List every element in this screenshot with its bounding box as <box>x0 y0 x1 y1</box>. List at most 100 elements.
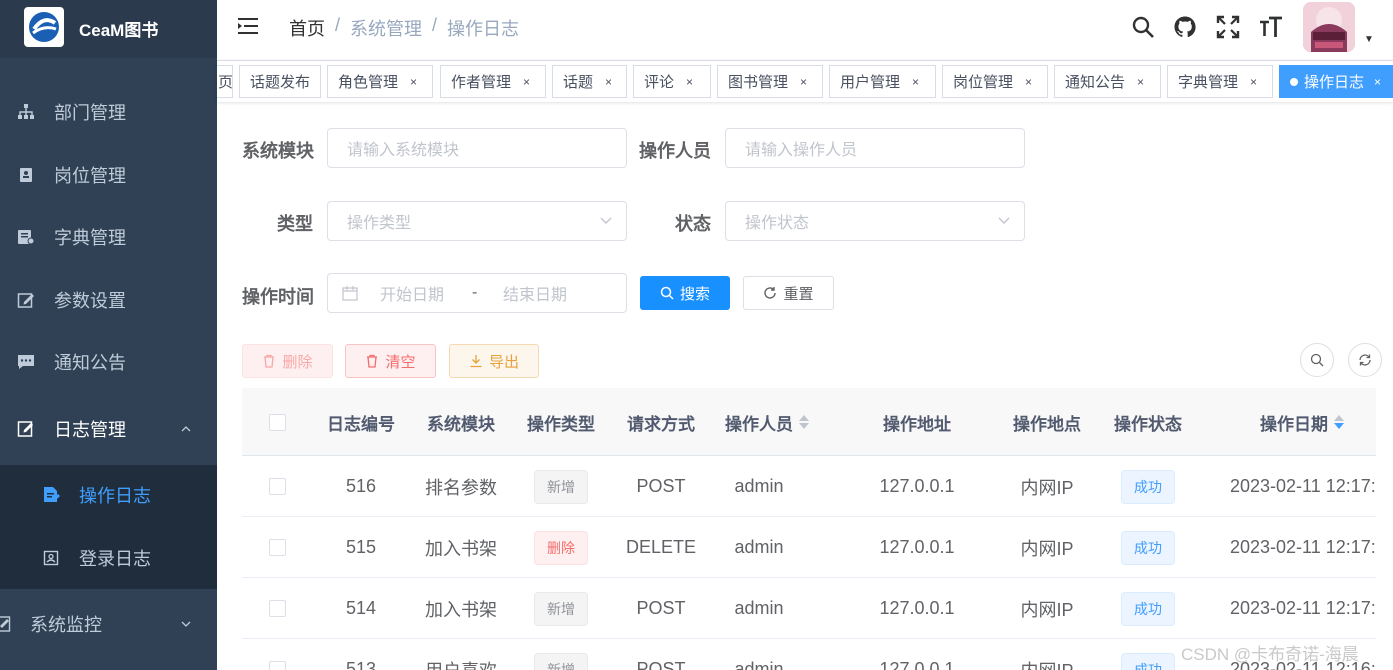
close-icon[interactable]: × <box>523 75 530 89</box>
breadcrumb-home[interactable]: 首页 <box>289 15 325 41</box>
navbar: 首页 / 系统管理 / 操作日志 ▼ <box>217 0 1393 53</box>
monitor-icon <box>0 615 12 633</box>
tag-topic-publish[interactable]: 话题发布 <box>239 65 321 98</box>
tag-dict[interactable]: 字典管理 × <box>1167 65 1273 98</box>
cell-type: 删除 <box>514 517 608 578</box>
status-tag: 成功 <box>1121 530 1175 565</box>
close-icon[interactable]: × <box>1137 75 1144 89</box>
row-checkbox[interactable] <box>268 539 286 556</box>
refresh-button[interactable] <box>1348 343 1382 377</box>
tag-book[interactable]: 图书管理 × <box>717 65 823 98</box>
status-placeholder: 操作状态 <box>745 215 810 232</box>
app-title: CeaM图书 <box>79 21 159 40</box>
tag-topic[interactable]: 话题 × <box>552 65 627 98</box>
sidebar-item-dict[interactable]: 字典管理 <box>0 206 217 268</box>
close-icon[interactable]: × <box>1025 75 1032 89</box>
row-checkbox[interactable] <box>268 600 286 617</box>
sidebar-item-label: 通知公告 <box>54 353 126 373</box>
close-icon[interactable]: × <box>686 75 693 89</box>
close-icon[interactable]: × <box>410 75 417 89</box>
type-label: 类型 <box>277 214 313 234</box>
tag-label: 图书管理 <box>728 74 789 91</box>
sidebar-item-dept[interactable]: 部门管理 <box>0 81 217 143</box>
caret-down-icon[interactable]: ▼ <box>1364 34 1374 45</box>
tag-operlog[interactable]: 操作日志 × <box>1279 65 1393 98</box>
column-header: 系统模块 <box>427 414 495 434</box>
sidebar-item-log[interactable]: 日志管理 <box>0 398 217 460</box>
github-icon[interactable] <box>1172 14 1198 40</box>
logo-bar[interactable]: CeaM图书 <box>0 0 217 58</box>
start-date-placeholder[interactable]: 开始日期 <box>380 281 444 305</box>
sidebar-item-logininfor[interactable]: 登录日志 <box>0 527 217 589</box>
module-input[interactable]: 请输入系统模块 <box>327 128 627 168</box>
type-select[interactable]: 操作类型 <box>327 201 627 241</box>
table-row[interactable]: 516 排名参数 新增 POST admin 127.0.0.1 内网IP 成功… <box>242 456 1376 517</box>
row-checkbox[interactable] <box>268 478 286 495</box>
row-select-cell <box>256 578 298 639</box>
cell-module: 加入书架 <box>425 599 497 620</box>
operator-placeholder: 请输入操作人员 <box>745 142 858 159</box>
row-checkbox[interactable] <box>268 661 286 670</box>
reset-button[interactable]: 重置 <box>743 276 834 310</box>
tag-role[interactable]: 角色管理 × <box>327 65 433 98</box>
close-icon[interactable]: × <box>605 75 612 89</box>
sort-icon[interactable] <box>799 415 809 429</box>
tag-label: 角色管理 <box>338 74 399 91</box>
font-size-icon[interactable] <box>1258 14 1284 40</box>
cell-ip: 127.0.0.1 <box>879 476 955 496</box>
tag-post[interactable]: 岗位管理 × <box>942 65 1048 98</box>
sidebar-item-label: 操作日志 <box>79 486 151 506</box>
close-icon[interactable]: × <box>1374 75 1381 89</box>
chevron-down-icon <box>998 217 1010 224</box>
cell-type: 新增 <box>514 639 608 670</box>
type-tag: 新增 <box>534 652 588 670</box>
sidebar-item-config[interactable]: 参数设置 <box>0 269 217 331</box>
close-icon[interactable]: × <box>1250 75 1257 89</box>
table-row[interactable]: 515 加入书架 删除 DELETE admin 127.0.0.1 内网IP … <box>242 517 1376 578</box>
tags-view: 页 话题发布 角色管理 × 作者管理 × 话题 × 评论 × 图书管理 × 用户管理 × 岗… <box>217 60 1393 102</box>
sidebar-item-notice[interactable]: 通知公告 <box>0 331 217 393</box>
operator-input[interactable]: 请输入操作人员 <box>725 128 1025 168</box>
edit-icon <box>17 291 35 309</box>
table-row[interactable]: 514 加入书架 新增 POST admin 127.0.0.1 内网IP 成功… <box>242 578 1376 639</box>
fullscreen-icon[interactable] <box>1215 14 1241 40</box>
sidebar-item-post[interactable]: 岗位管理 <box>0 144 217 206</box>
cell-id: 514 <box>345 598 377 618</box>
sidebar-item-operlog[interactable]: 操作日志 <box>0 464 217 526</box>
tag-notice[interactable]: 通知公告 × <box>1054 65 1161 98</box>
trash-icon <box>367 354 378 368</box>
hamburger-icon[interactable] <box>238 16 260 36</box>
breadcrumb-separator: / <box>432 15 438 35</box>
column-header-sortable[interactable]: 操作人员 <box>712 388 822 456</box>
select-all-checkbox[interactable] <box>268 413 286 431</box>
column-header-sortable[interactable]: 操作日期 <box>1242 388 1362 456</box>
avatar[interactable] <box>1303 2 1355 52</box>
end-date-placeholder[interactable]: 结束日期 <box>503 281 567 305</box>
search-icon[interactable] <box>1130 14 1156 40</box>
tag-comment[interactable]: 评论 × <box>633 65 711 98</box>
close-icon[interactable]: × <box>800 75 807 89</box>
time-label: 操作时间 <box>242 287 314 307</box>
column-header: 操作类型 <box>527 414 595 434</box>
cell-method: DELETE <box>625 537 697 557</box>
date-range-picker[interactable]: 开始日期 - 结束日期 <box>327 273 627 313</box>
status-tag: 成功 <box>1121 469 1175 504</box>
sort-icon[interactable] <box>1334 415 1344 429</box>
search-button[interactable]: 搜索 <box>640 276 730 310</box>
tag-home[interactable]: 页 <box>217 65 233 98</box>
tag-author[interactable]: 作者管理 × <box>440 65 546 98</box>
chevron-down-icon <box>181 621 191 627</box>
status-select[interactable]: 操作状态 <box>725 201 1025 241</box>
status-tag: 成功 <box>1121 652 1175 670</box>
export-button[interactable]: 导出 <box>449 344 539 378</box>
delete-button[interactable]: 删除 <box>242 344 333 378</box>
tag-user[interactable]: 用户管理 × <box>829 65 936 98</box>
clean-button[interactable]: 清空 <box>345 344 436 378</box>
sidebar-item-monitor[interactable]: 系统监控 <box>0 593 217 655</box>
cell-method: POST <box>636 659 686 670</box>
cell-date: 2023-02-11 12:17:4 <box>1230 476 1376 496</box>
close-icon[interactable]: × <box>912 75 919 89</box>
cell-ip: 127.0.0.1 <box>879 659 955 670</box>
toggle-search-button[interactable] <box>1300 343 1334 377</box>
column-header-label: 操作日期 <box>1260 414 1328 434</box>
